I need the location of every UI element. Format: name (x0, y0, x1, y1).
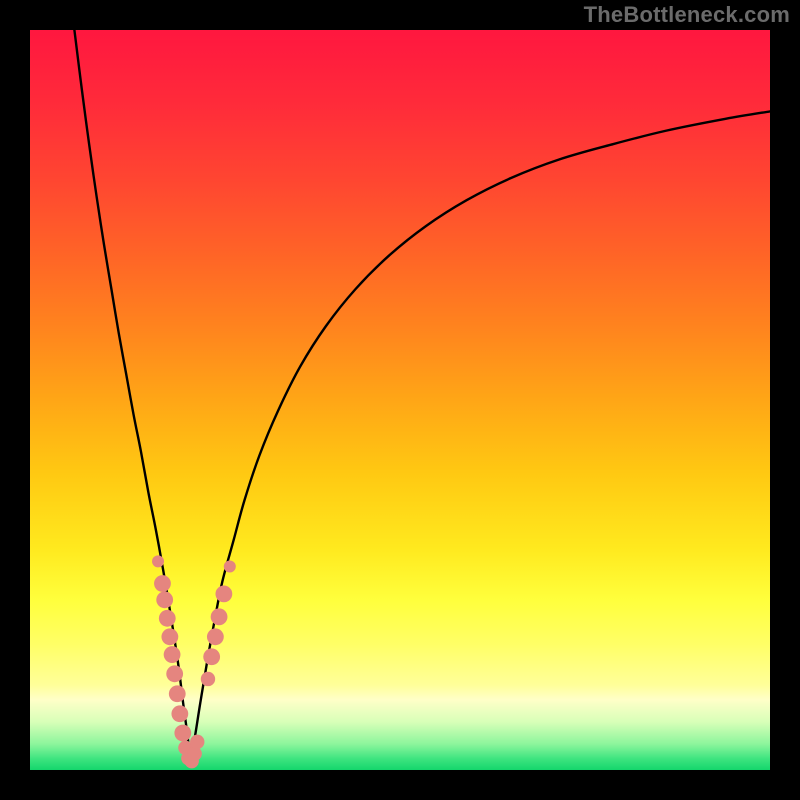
marker-point (152, 555, 164, 567)
marker-point (174, 725, 191, 742)
chart-frame: TheBottleneck.com (0, 0, 800, 800)
marker-point (166, 665, 183, 682)
gradient-background (30, 30, 770, 770)
marker-point (190, 735, 204, 749)
marker-point (215, 585, 232, 602)
marker-point (161, 628, 178, 645)
marker-point (187, 747, 201, 761)
plot-svg (30, 30, 770, 770)
marker-point (156, 591, 173, 608)
plot-area (30, 30, 770, 770)
marker-point (169, 685, 186, 702)
marker-point (207, 628, 224, 645)
watermark-text: TheBottleneck.com (584, 2, 790, 28)
marker-point (201, 672, 215, 686)
marker-point (224, 561, 236, 573)
marker-point (203, 648, 220, 665)
marker-point (164, 646, 181, 663)
marker-point (159, 610, 176, 627)
marker-point (154, 575, 171, 592)
marker-point (171, 705, 188, 722)
marker-point (211, 608, 228, 625)
